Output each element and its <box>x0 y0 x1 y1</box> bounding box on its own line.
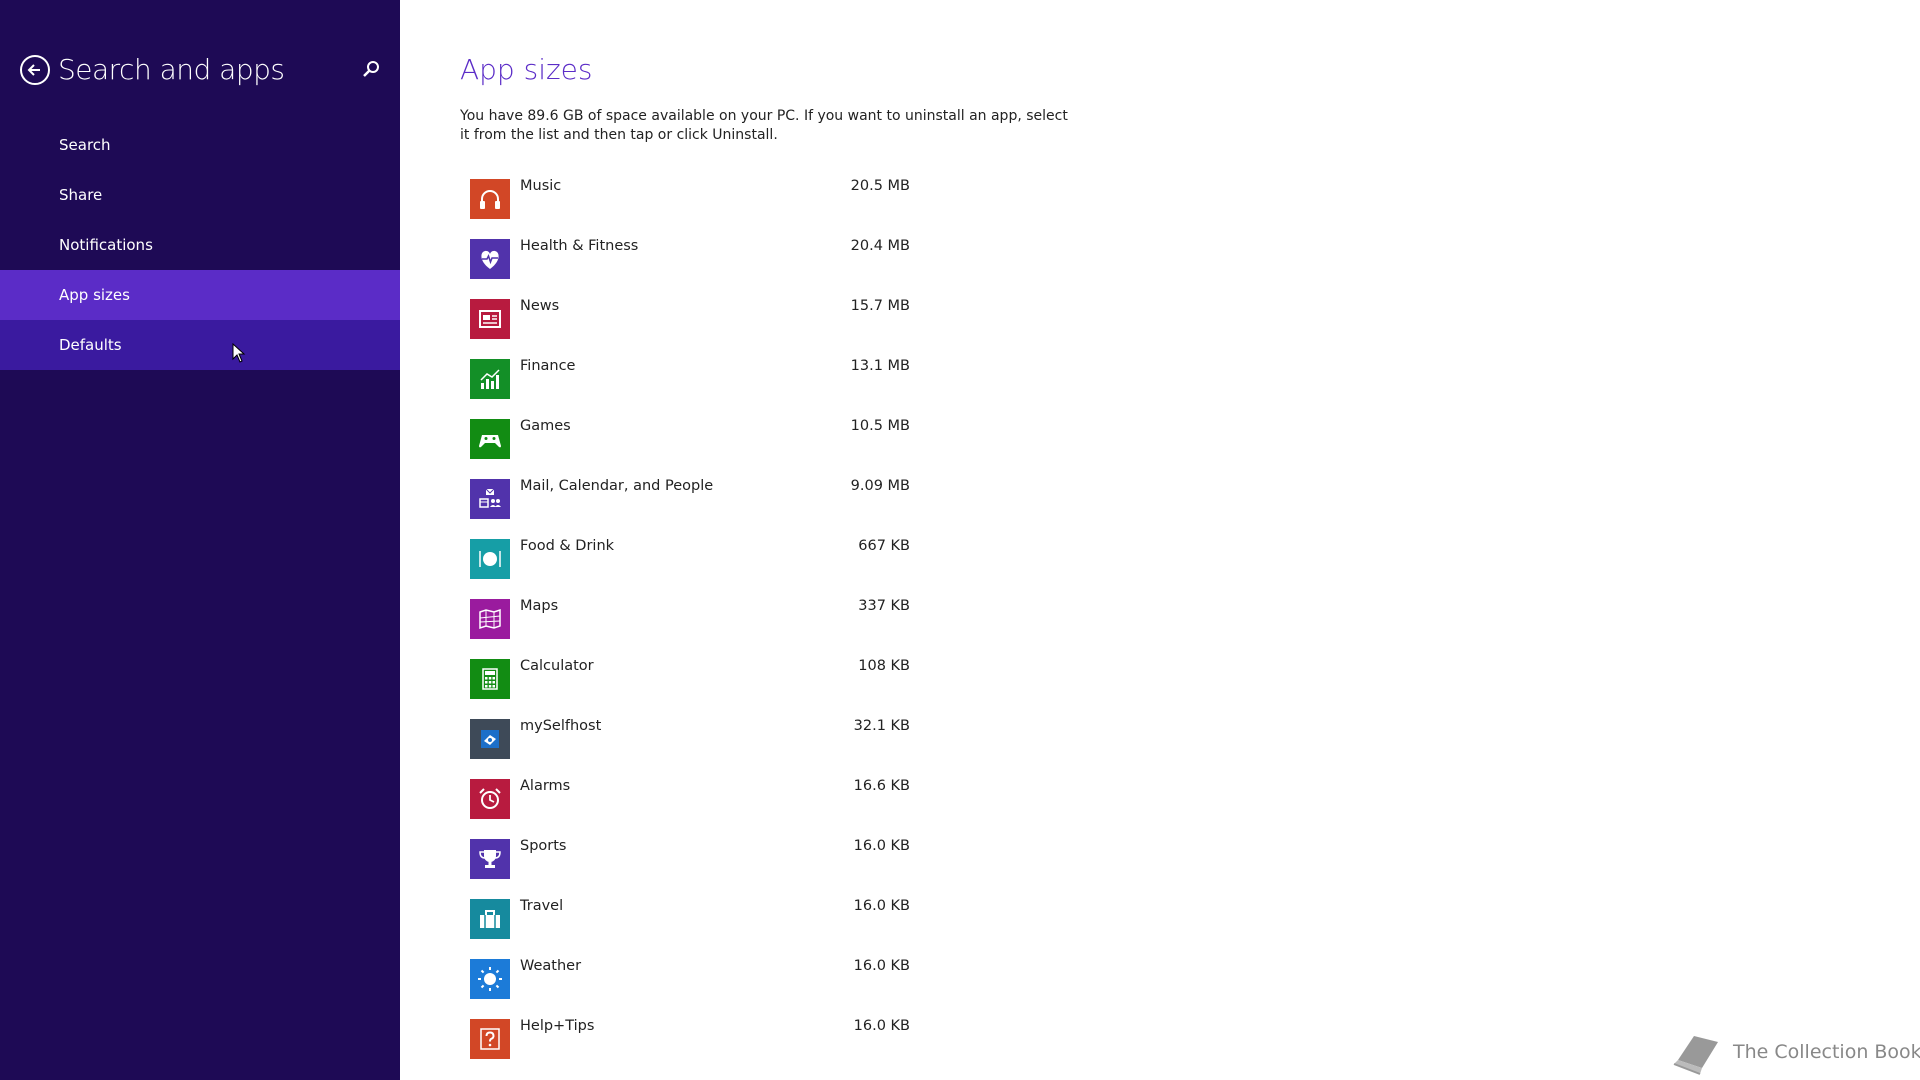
app-tile <box>470 179 510 219</box>
search-icon <box>363 61 379 77</box>
app-name: Calculator <box>520 658 594 674</box>
app-size: 16.0 KB <box>853 1018 910 1034</box>
app-row-myselfhost[interactable]: mySelfhost 32.1 KB <box>470 718 970 779</box>
sidebar-item-app-sizes[interactable]: App sizes <box>0 270 400 320</box>
mail-people-icon <box>479 488 501 508</box>
chart-icon <box>480 369 500 389</box>
app-tile <box>470 659 510 699</box>
plate-icon <box>479 551 501 567</box>
app-name: Travel <box>520 898 564 914</box>
sidebar-item-label: Notifications <box>59 236 153 254</box>
app-size: 337 KB <box>858 598 910 614</box>
app-name: Maps <box>520 598 559 614</box>
app-row-games[interactable]: Games 10.5 MB <box>470 418 970 479</box>
app-tile <box>470 299 510 339</box>
sidebar-item-defaults[interactable]: Defaults <box>0 320 400 370</box>
app-row-finance[interactable]: Finance 13.1 MB <box>470 358 970 419</box>
app-size: 10.5 MB <box>850 418 910 434</box>
app-row-mail-calendar-and-people[interactable]: Mail, Calendar, and People 9.09 MB <box>470 478 970 539</box>
app-size: 16.6 KB <box>853 778 910 794</box>
heart-pulse-icon <box>481 250 499 269</box>
app-name: Alarms <box>520 778 571 794</box>
app-row-weather[interactable]: Weather 16.0 KB <box>470 958 970 1019</box>
sidebar-item-label: Defaults <box>59 336 122 354</box>
app-name: Help+Tips <box>520 1018 595 1034</box>
app-tile <box>470 899 510 939</box>
app-row-help-tips[interactable]: Help+Tips 16.0 KB <box>470 1018 970 1079</box>
app-size: 32.1 KB <box>853 718 910 734</box>
app-tile <box>470 539 510 579</box>
app-size: 667 KB <box>858 538 910 554</box>
app-tile <box>470 959 510 999</box>
sidebar-item-label: Search <box>59 136 111 154</box>
back-button[interactable] <box>20 55 50 85</box>
sidebar: Search and apps Search Share Notifications… <box>0 0 400 1080</box>
app-size: 108 KB <box>858 658 910 674</box>
app-name: Food & Drink <box>520 538 615 554</box>
app-tile <box>470 779 510 819</box>
app-size: 16.0 KB <box>853 838 910 854</box>
app-row-alarms[interactable]: Alarms 16.6 KB <box>470 778 970 839</box>
app-size: 20.5 MB <box>850 178 910 194</box>
app-tile <box>470 239 510 279</box>
app-row-sports[interactable]: Sports 16.0 KB <box>470 838 970 899</box>
app-row-health-fitness[interactable]: Health & Fitness 20.4 MB <box>470 238 970 299</box>
back-arrow-icon <box>27 64 40 76</box>
app-row-maps[interactable]: Maps 337 KB <box>470 598 970 659</box>
app-tile <box>470 839 510 879</box>
app-size: 9.09 MB <box>850 478 910 494</box>
app-name: News <box>520 298 560 314</box>
app-tile <box>470 419 510 459</box>
trophy-icon <box>479 850 501 868</box>
app-size: 20.4 MB <box>850 238 910 254</box>
app-tile <box>470 359 510 399</box>
app-size: 16.0 KB <box>853 958 910 974</box>
app-name: Music <box>520 178 562 194</box>
sidebar-item-search[interactable]: Search <box>0 120 400 170</box>
help-icon <box>480 1028 500 1050</box>
watermark: The Collection Book <box>1668 1028 1920 1076</box>
gamepad-icon <box>479 435 501 448</box>
app-row-food-drink[interactable]: Food & Drink 667 KB <box>470 538 970 599</box>
alarm-clock-icon <box>479 788 501 809</box>
app-name: mySelfhost <box>520 718 602 734</box>
app-name: Health & Fitness <box>520 238 639 254</box>
app-size: 16.0 KB <box>853 898 910 914</box>
headphones-icon <box>480 190 500 209</box>
book-icon <box>1673 1036 1718 1075</box>
sidebar-item-notifications[interactable]: Notifications <box>0 220 400 270</box>
map-icon <box>479 608 501 630</box>
selfhost-icon <box>481 730 499 748</box>
app-name: Games <box>520 418 571 434</box>
calculator-icon <box>482 668 498 690</box>
app-tile <box>470 599 510 639</box>
app-name: Weather <box>520 958 582 974</box>
sidebar-item-label: Share <box>59 186 103 204</box>
app-name: Sports <box>520 838 567 854</box>
app-name: Finance <box>520 358 576 374</box>
sidebar-item-share[interactable]: Share <box>0 170 400 220</box>
app-name: Mail, Calendar, and People <box>520 478 714 494</box>
main-content: App sizes You have 89.6 GB of space avai… <box>400 0 1920 1080</box>
watermark-text: The Collection Book <box>1733 1041 1920 1063</box>
app-row-music[interactable]: Music 20.5 MB <box>470 178 970 239</box>
storage-description: You have 89.6 GB of space available on y… <box>460 108 1068 143</box>
newspaper-icon <box>479 310 501 328</box>
app-size: 13.1 MB <box>850 358 910 374</box>
app-row-travel[interactable]: Travel 16.0 KB <box>470 898 970 959</box>
app-row-calculator[interactable]: Calculator 108 KB <box>470 658 970 719</box>
sidebar-item-label: App sizes <box>59 286 130 304</box>
app-tile <box>470 479 510 519</box>
app-tile <box>470 1019 510 1059</box>
app-row-news[interactable]: News 15.7 MB <box>470 298 970 359</box>
app-size: 15.7 MB <box>850 298 910 314</box>
sidebar-title: Search and apps <box>58 53 285 86</box>
sun-icon <box>478 967 502 991</box>
suitcase-icon <box>480 910 500 928</box>
search-button[interactable] <box>360 58 382 80</box>
app-tile <box>470 719 510 759</box>
page-title: App sizes <box>460 53 593 86</box>
